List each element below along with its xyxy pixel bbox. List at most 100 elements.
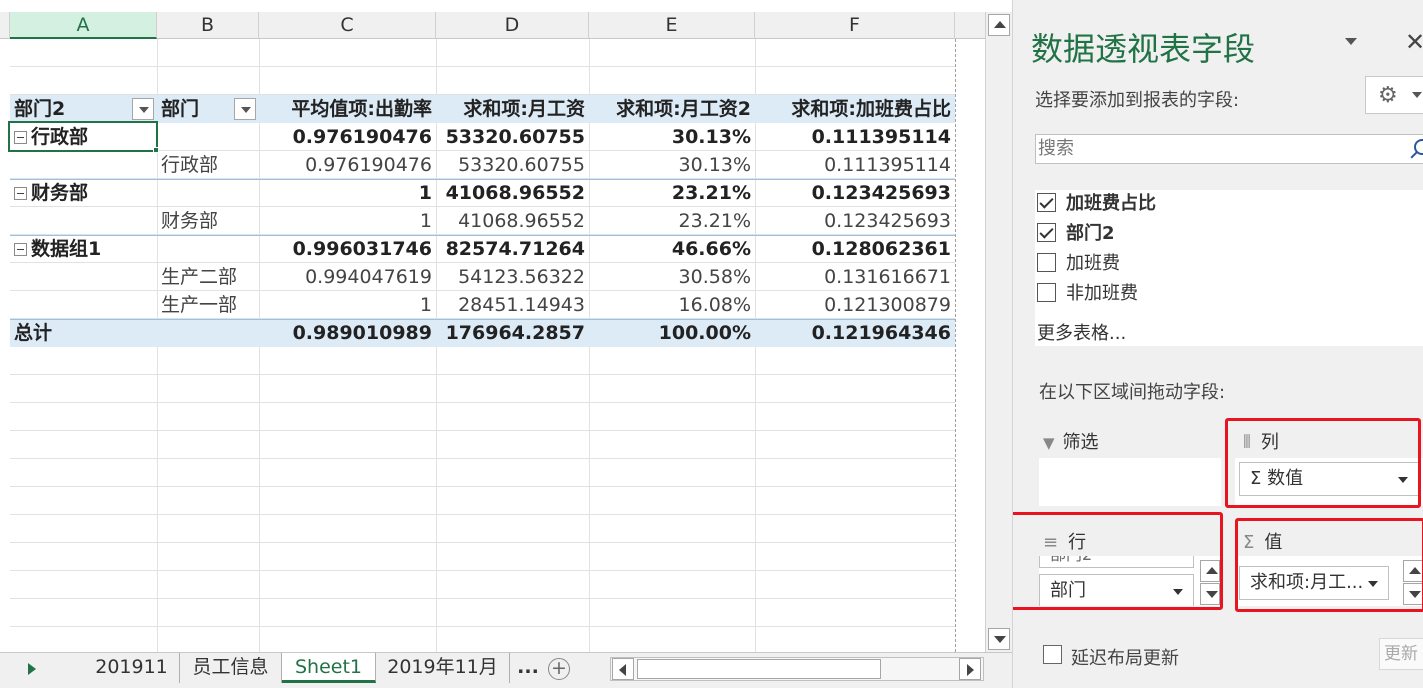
table-cell[interactable]: 行政部 [157,151,259,179]
checkbox-checked-icon[interactable] [1037,223,1056,242]
table-cell[interactable]: 生产二部 [157,263,259,291]
table-cell[interactable]: 数据组1 [10,235,157,263]
table-cell[interactable] [157,179,259,207]
table-cell[interactable]: 财务部 [10,179,157,207]
table-cell[interactable]: 0.996031746 [259,235,436,263]
table-cell[interactable]: 0.123425693 [755,207,955,235]
table-cell[interactable] [10,151,157,179]
checkbox-checked-icon[interactable] [1037,193,1056,212]
scroll-right-arrow-icon[interactable] [959,658,981,680]
pane-options-chevron-icon[interactable] [1345,38,1357,45]
column-header-b[interactable]: B [157,12,259,39]
horizontal-scrollbar[interactable] [610,657,984,681]
dept-filter-dropdown[interactable] [234,98,256,120]
total-salary[interactable]: 176964.2857 [436,319,589,347]
table-cell[interactable]: 1 [259,291,436,319]
pivot-header-attendance[interactable]: 平均值项:出勤率 [259,95,436,123]
table-cell[interactable]: 0.111395114 [755,151,955,179]
grid-row [10,431,955,459]
table-cell[interactable] [10,291,157,319]
table-cell[interactable]: 30.13% [589,123,755,151]
pivot-header-salary[interactable]: 求和项:月工资 [436,95,589,123]
table-cell[interactable]: 30.13% [589,151,755,179]
field-item-dept2[interactable]: 部门2 [1037,220,1115,248]
table-cell[interactable] [10,207,157,235]
table-cell[interactable]: 1 [259,207,436,235]
table-cell[interactable]: 54123.56322 [436,263,589,291]
table-cell[interactable]: 生产一部 [157,291,259,319]
total-attendance[interactable]: 0.989010989 [259,319,436,347]
table-cell[interactable]: 0.994047619 [259,263,436,291]
table-cell[interactable]: 23.21% [589,207,755,235]
table-cell[interactable]: 16.08% [589,291,755,319]
tab-201911[interactable]: 201911 [84,653,180,683]
table-cell[interactable]: 41068.96552 [436,207,589,235]
table-cell[interactable]: 0.121300879 [755,291,955,319]
scroll-left-arrow-icon[interactable] [612,658,634,680]
column-header-d[interactable]: D [436,12,589,39]
close-icon[interactable]: ✕ [1405,28,1423,56]
field-settings-button[interactable]: ⚙ [1365,76,1423,114]
table-cell[interactable]: 0.976190476 [259,151,436,179]
more-tabs-button[interactable]: ... [512,653,544,683]
table-cell[interactable]: 30.58% [589,263,755,291]
field-list[interactable]: 加班费占比 部门2 加班费 非加班费 更多表格... [1035,190,1423,346]
fill-handle[interactable] [153,147,159,153]
table-cell[interactable]: 53320.60755 [436,151,589,179]
total-overtime-ratio[interactable]: 0.121964346 [755,319,955,347]
spreadsheet-grid[interactable]: A B C D E F 部门2 部门 平均值项:出勤率 求和项:月工资 求和项:… [0,0,985,652]
table-cell[interactable]: 23.21% [589,179,755,207]
defer-update-checkbox[interactable] [1043,645,1062,664]
add-sheet-button[interactable]: + [548,658,570,680]
grid-row [10,515,955,543]
collapse-icon[interactable] [14,187,27,200]
select-all-corner[interactable] [0,12,10,39]
field-item-overtime[interactable]: 加班费 [1037,250,1120,278]
pivot-header-salary2[interactable]: 求和项:月工资2 [589,95,755,123]
total-salary2[interactable]: 100.00% [589,319,755,347]
page-break-line [955,39,956,652]
tab-scroll-right-icon[interactable] [28,663,36,675]
tab-sheet1[interactable]: Sheet1 [282,653,376,683]
more-tables-link[interactable]: 更多表格... [1037,320,1126,348]
vertical-scrollbar[interactable] [985,12,1012,652]
table-cell[interactable]: 0.976190476 [259,123,436,151]
tab-employee-info[interactable]: 员工信息 [180,653,282,683]
field-item-overtime-ratio[interactable]: 加班费占比 [1037,190,1156,218]
table-cell[interactable] [157,235,259,263]
tab-2019-nov[interactable]: 2019年11月 [376,653,510,683]
filter-drop-zone[interactable] [1039,458,1221,506]
search-icon[interactable] [1414,139,1423,155]
scroll-up-arrow-icon[interactable] [988,14,1010,36]
update-button[interactable]: 更新 [1379,638,1423,670]
checkbox-icon[interactable] [1037,253,1056,272]
total-label[interactable]: 总计 [10,319,157,347]
table-cell[interactable]: 0.128062361 [755,235,955,263]
column-header-e[interactable]: E [589,12,755,39]
table-cell[interactable] [157,123,259,151]
column-header-f[interactable]: F [755,12,955,39]
table-cell[interactable]: 28451.14943 [436,291,589,319]
table-cell[interactable]: 53320.60755 [436,123,589,151]
column-header-a[interactable]: A [10,12,157,39]
table-cell[interactable]: 0.111395114 [755,123,955,151]
column-header-c[interactable]: C [259,12,436,39]
table-cell[interactable]: 46.66% [589,235,755,263]
horizontal-scroll-thumb[interactable] [637,659,881,679]
table-cell[interactable]: 41068.96552 [436,179,589,207]
scroll-down-arrow-icon[interactable] [988,628,1010,650]
field-search-input[interactable]: 搜索 [1035,134,1423,164]
table-cell[interactable]: 1 [259,179,436,207]
filter-area-label: ▼ 筛选 [1043,432,1099,453]
table-cell[interactable]: 82574.71264 [436,235,589,263]
table-cell[interactable]: 财务部 [157,207,259,235]
checkbox-icon[interactable] [1037,283,1056,302]
pivot-header-overtime-ratio[interactable]: 求和项:加班费占比 [755,95,955,123]
grid-row [10,347,955,375]
table-cell[interactable] [10,263,157,291]
table-cell[interactable]: 0.131616671 [755,263,955,291]
dept2-filter-dropdown[interactable] [132,98,154,120]
table-cell[interactable]: 0.123425693 [755,179,955,207]
field-item-non-overtime[interactable]: 非加班费 [1037,280,1138,308]
collapse-icon[interactable] [14,243,27,256]
